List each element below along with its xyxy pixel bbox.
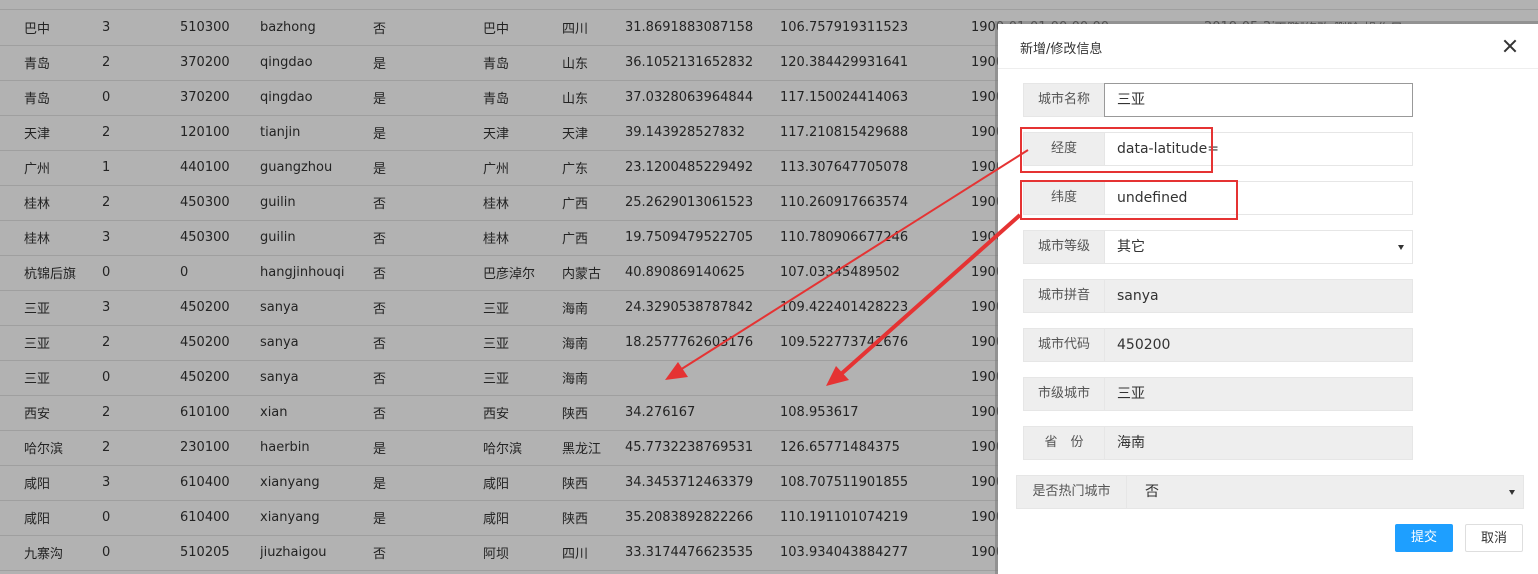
- city-level-row: 城市等级 其它: [1023, 230, 1413, 264]
- longitude-highlight-box: [1020, 127, 1213, 173]
- province-input[interactable]: 海南: [1104, 426, 1413, 460]
- pinyin-input[interactable]: sanya: [1104, 279, 1413, 313]
- city-name-row: 城市名称 三亚: [1023, 83, 1413, 117]
- province-row: 省 份 海南: [1023, 426, 1413, 460]
- city-level-select[interactable]: 其它: [1104, 230, 1413, 264]
- hot-city-row: 是否热门城市 否: [1016, 475, 1526, 509]
- city-name-label: 城市名称: [1023, 83, 1105, 117]
- hot-city-label: 是否热门城市: [1016, 475, 1127, 509]
- close-icon[interactable]: [1502, 38, 1518, 54]
- city-name-input[interactable]: 三亚: [1104, 83, 1413, 117]
- city-code-label: 城市代码: [1023, 328, 1105, 362]
- cancel-button[interactable]: 取消: [1465, 524, 1523, 552]
- dialog-header: 新增/修改信息: [998, 24, 1538, 69]
- prefecture-input[interactable]: 三亚: [1104, 377, 1413, 411]
- pinyin-row: 城市拼音 sanya: [1023, 279, 1413, 313]
- prefecture-label: 市级城市: [1023, 377, 1105, 411]
- pinyin-label: 城市拼音: [1023, 279, 1105, 313]
- edit-city-dialog: 新增/修改信息 城市名称 三亚 经度 data-latitude= 纬度 und…: [998, 24, 1538, 574]
- chevron-down-icon: [1398, 245, 1404, 250]
- chevron-down-icon: [1509, 490, 1515, 495]
- city-level-label: 城市等级: [1023, 230, 1105, 264]
- submit-button[interactable]: 提交: [1395, 524, 1453, 552]
- dialog-title: 新增/修改信息: [1020, 42, 1103, 57]
- city-level-value: 其它: [1117, 239, 1145, 255]
- city-code-row: 城市代码 450200: [1023, 328, 1413, 362]
- latitude-highlight-box: [1020, 180, 1238, 220]
- province-label: 省 份: [1023, 426, 1105, 460]
- prefecture-row: 市级城市 三亚: [1023, 377, 1413, 411]
- city-code-input[interactable]: 450200: [1104, 328, 1413, 362]
- hot-city-value: 否: [1145, 484, 1159, 500]
- hot-city-select[interactable]: 否: [1126, 475, 1524, 509]
